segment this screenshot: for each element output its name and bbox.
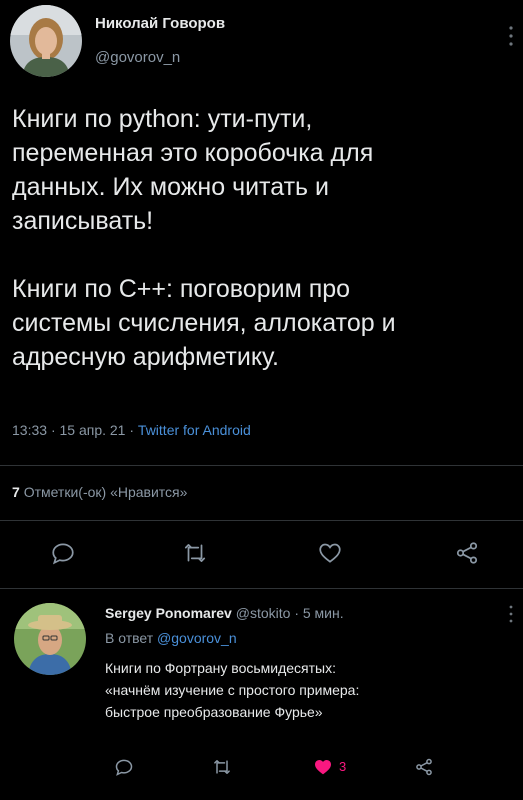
reply-text-line: Книги по Фортрану восьмидесятых: bbox=[105, 660, 336, 676]
author-avatar[interactable] bbox=[10, 5, 82, 77]
reply-author-name[interactable]: Sergey Ponomarev bbox=[105, 605, 232, 621]
likes-count: 7 bbox=[12, 484, 20, 500]
author-name[interactable]: Николай Говоров bbox=[95, 15, 225, 32]
divider bbox=[0, 465, 523, 466]
reply-prefix: В ответ bbox=[105, 630, 154, 646]
reply-text: Книги по Фортрану восьмидесятых: «начнём… bbox=[105, 657, 515, 723]
tweet-text-line: переменная это коробочка для bbox=[12, 139, 374, 167]
reply-text-line: быстрое преобразование Фурье» bbox=[105, 704, 323, 720]
reply-author-handle[interactable]: @stokito bbox=[236, 605, 291, 621]
reply-to-link[interactable]: @govorov_n bbox=[157, 630, 237, 646]
tweet-text-line: адресную арифметику. bbox=[12, 343, 279, 371]
tweet-text: Книги по python: ути-пути, переменная эт… bbox=[12, 102, 517, 374]
share-icon[interactable] bbox=[454, 540, 480, 566]
tweet-meta: 13:33 · 15 апр. 21 · Twitter for Android bbox=[12, 422, 251, 438]
retweet-icon[interactable] bbox=[212, 757, 232, 777]
reply-icon[interactable] bbox=[114, 757, 134, 777]
likes-label: Отметки(-ок) «Нравится» bbox=[23, 484, 188, 500]
likes-summary[interactable]: 7 Отметки(-ок) «Нравится» bbox=[12, 484, 187, 500]
heart-icon[interactable] bbox=[317, 540, 343, 566]
tweet-text-line: Книги по C++: поговорим про bbox=[12, 275, 351, 303]
retweet-icon[interactable] bbox=[182, 540, 208, 566]
tweet-text-line: данных. Их можно читать и bbox=[12, 173, 329, 201]
reply-header: Sergey Ponomarev @stokito · 5 мин. bbox=[105, 605, 344, 621]
tweet-source-link[interactable]: Twitter for Android bbox=[138, 422, 251, 438]
tweet-time[interactable]: 13:33 bbox=[12, 422, 47, 438]
heart-icon[interactable] bbox=[313, 757, 333, 777]
separator: · bbox=[294, 605, 299, 621]
more-icon[interactable] bbox=[506, 604, 516, 624]
reply-author-avatar[interactable] bbox=[14, 603, 86, 675]
separator: · bbox=[50, 422, 56, 438]
tweet-text-line: системы счисления, аллокатор и bbox=[12, 309, 396, 337]
divider bbox=[0, 588, 523, 589]
tweet-text-line: записывать! bbox=[12, 207, 154, 235]
reply-icon[interactable] bbox=[50, 540, 76, 566]
tweet-date[interactable]: 15 апр. 21 bbox=[60, 422, 126, 438]
tweet-text-line: Книги по python: ути-пути, bbox=[12, 105, 313, 133]
reply-text-line: «начнём изучение с простого примера: bbox=[105, 682, 360, 698]
divider bbox=[0, 520, 523, 521]
reply-time[interactable]: 5 мин. bbox=[303, 605, 344, 621]
separator: · bbox=[129, 422, 135, 438]
author-handle[interactable]: @govorov_n bbox=[95, 49, 180, 66]
more-icon[interactable] bbox=[506, 24, 516, 48]
reply-like-count: 3 bbox=[339, 759, 347, 774]
reply-context: В ответ @govorov_n bbox=[105, 630, 237, 646]
share-icon[interactable] bbox=[414, 757, 434, 777]
